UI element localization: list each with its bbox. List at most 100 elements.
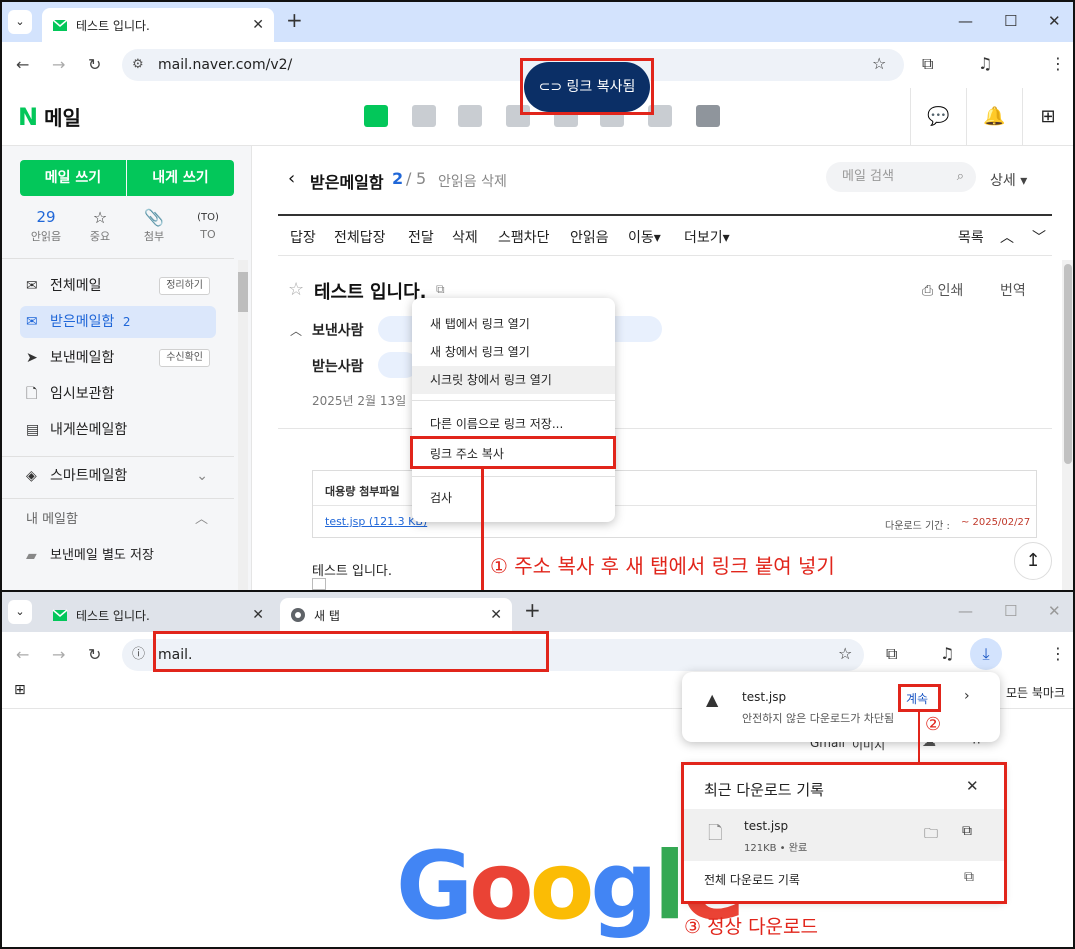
media-control-icon[interactable]: ♫ [978, 54, 992, 73]
reply-button[interactable]: 답장 [290, 227, 316, 247]
more-button[interactable]: 더보기▾ [684, 227, 730, 247]
content-scrollbar-thumb[interactable] [1064, 264, 1072, 464]
forward-button[interactable]: 전달 [408, 227, 434, 247]
scroll-to-top-icon[interactable]: ↥ [1014, 542, 1052, 580]
open-new-window-icon[interactable]: ⧉ [436, 282, 445, 297]
send-icon: ➤ [26, 350, 38, 366]
star-icon[interactable]: ☆ [288, 279, 304, 300]
mark-unread-button[interactable]: 안읽음 [570, 227, 609, 247]
bookmark-app-icon[interactable] [696, 105, 720, 127]
chevron-up-icon[interactable]: ︿ [195, 504, 208, 536]
sidebar-item-sent[interactable]: ➤ 보낸메일함 수신확인 [20, 342, 216, 374]
read-receipt-button[interactable]: 수신확인 [159, 349, 210, 367]
write-to-self-button[interactable]: 내게 쓰기 [127, 160, 234, 196]
close-window-icon[interactable]: ✕ [1048, 602, 1061, 620]
download-icon[interactable]: ⤓ [970, 638, 1002, 670]
talk-icon[interactable]: 💬 [910, 88, 966, 146]
bookmark-star-icon[interactable]: ☆ [838, 644, 852, 663]
tab-search-chevron-icon[interactable]: ⌄ [8, 10, 32, 34]
apps-grid-icon[interactable]: ⊞ [14, 682, 26, 698]
forward-icon[interactable]: → [52, 645, 65, 664]
sidebar-item-smart-mailbox[interactable]: ◈ 스마트메일함 ⌄ [20, 460, 216, 492]
move-button[interactable]: 이동▾ [628, 227, 661, 247]
tab-search-chevron-icon[interactable]: ⌄ [8, 600, 32, 624]
delete-unread-button[interactable]: 안읽음 삭제 [438, 171, 507, 191]
context-menu: 새 탭에서 링크 열기 새 창에서 링크 열기 시크릿 창에서 링크 열기 다른… [412, 298, 615, 522]
close-window-icon[interactable]: ✕ [1048, 12, 1061, 30]
prev-mail-icon[interactable]: ︿ [1000, 227, 1014, 247]
chevron-down-icon[interactable]: ⌄ [196, 460, 208, 492]
ctx-inspect[interactable]: 검사 [412, 484, 615, 512]
sidebar-item-self-mail[interactable]: ▤ 내게쓴메일함 [20, 414, 216, 446]
calendar-app-icon[interactable] [412, 105, 436, 127]
print-button[interactable]: ⎙ 인쇄 [922, 280, 963, 300]
address-bar[interactable]: ⚙ mail.naver.com/v2/ [122, 49, 904, 81]
close-tab-icon[interactable]: ✕ [252, 607, 264, 623]
apps-grid-icon[interactable]: ⊞ [1022, 88, 1073, 146]
back-icon[interactable]: ← [16, 55, 29, 74]
close-tab-icon[interactable]: ✕ [252, 17, 264, 33]
minimize-icon[interactable]: — [958, 12, 973, 30]
translate-button[interactable]: 번역 [1000, 280, 1026, 300]
annotation-step2: ② [925, 714, 942, 735]
naver-logo[interactable]: N 메일 [18, 102, 81, 131]
attachment-label: 첨부 [143, 230, 165, 243]
mail-app-icon[interactable] [364, 105, 388, 127]
organize-button[interactable]: 정리하기 [159, 277, 210, 295]
new-tab-icon[interactable]: + [524, 598, 541, 622]
write-mail-button[interactable]: 메일 쓰기 [20, 160, 126, 196]
sidebar-item-sent-separate[interactable]: ▰ 보낸메일 별도 저장 [20, 540, 216, 572]
tab-mail[interactable]: 테스트 입니다. ✕ [42, 8, 274, 42]
annotation-step1: ① 주소 복사 후 새 탭에서 링크 붙여 넣기 [490, 554, 835, 578]
new-tab-icon[interactable]: + [286, 8, 303, 32]
quick-unread[interactable]: 29 안읽음 [18, 208, 74, 244]
detail-search-button[interactable]: 상세 ▾ [990, 170, 1027, 190]
maximize-icon[interactable]: ☐ [1004, 12, 1017, 30]
tab-new-tab[interactable]: 새 탭 ✕ [280, 598, 512, 632]
delete-button[interactable]: 삭제 [452, 227, 478, 247]
maximize-icon[interactable]: ☐ [1004, 602, 1017, 620]
ctx-open-new-window[interactable]: 새 창에서 링크 열기 [412, 338, 615, 366]
minimize-icon[interactable]: — [958, 602, 973, 620]
quick-attachment[interactable]: 📎 첨부 [126, 208, 182, 244]
reload-icon[interactable]: ↻ [88, 645, 101, 664]
site-info-icon[interactable]: ⚙ [132, 49, 144, 81]
sidebar-item-drafts[interactable]: 🗋 임시보관함 [20, 378, 216, 410]
ctx-open-incognito[interactable]: 시크릿 창에서 링크 열기 [412, 366, 615, 394]
extensions-icon[interactable]: ⧉ [886, 644, 897, 664]
sidebar-item-all-mail[interactable]: ✉ 전체메일 정리하기 [20, 270, 216, 302]
notification-bell-icon[interactable]: 🔔 [966, 88, 1022, 146]
back-icon[interactable]: ← [16, 645, 29, 664]
sidebar-section-my-mailbox[interactable]: 내 메일함 ︿ [20, 504, 216, 536]
reply-all-button[interactable]: 전체답장 [334, 227, 386, 247]
unread-label: 안읽음 [30, 230, 62, 243]
browser-menu-icon[interactable]: ⋮ [1050, 54, 1066, 73]
bookmark-star-icon[interactable]: ☆ [872, 54, 886, 73]
list-button[interactable]: 목록 [958, 227, 984, 247]
sidebar-item-inbox[interactable]: ✉ 받은메일함 2 [20, 306, 216, 338]
collapse-chevron-icon[interactable]: ︿ [290, 322, 302, 339]
ctx-open-new-tab[interactable]: 새 탭에서 링크 열기 [412, 310, 615, 338]
spam-block-button[interactable]: 스팸차단 [498, 227, 550, 247]
media-control-icon[interactable]: ♫ [940, 644, 954, 663]
extensions-icon[interactable]: ⧉ [922, 54, 933, 74]
ctx-save-link-as[interactable]: 다른 이름으로 링크 저장... [412, 410, 615, 438]
next-mail-icon[interactable]: ﹀ [1032, 227, 1046, 247]
quick-important[interactable]: ☆ 중요 [72, 208, 128, 244]
all-bookmarks-link[interactable]: 모든 북마크 [1006, 684, 1065, 701]
mail-search-input[interactable]: 메일 검색 ⌕ [826, 162, 976, 192]
tab-mail-inactive[interactable]: 테스트 입니다. ✕ [42, 598, 274, 632]
reload-icon[interactable]: ↻ [88, 55, 101, 74]
sidebar-scrollbar-thumb[interactable] [238, 272, 248, 312]
sidebar-item-label: 보낸메일함 [50, 350, 115, 366]
browser-menu-icon[interactable]: ⋮ [1050, 644, 1066, 663]
quick-to-me[interactable]: (TO) TO [180, 208, 236, 241]
site-info-icon[interactable]: ⓘ [132, 639, 145, 671]
photo-app-icon[interactable] [458, 105, 482, 127]
forward-icon[interactable]: → [52, 55, 65, 74]
close-tab-icon[interactable]: ✕ [490, 607, 502, 623]
attachment-title: 대용량 첨부파일 [325, 485, 400, 498]
search-icon[interactable]: ⌕ [957, 162, 964, 192]
chevron-right-icon[interactable]: › [964, 688, 970, 704]
back-chevron-icon[interactable]: ‹ [288, 168, 295, 189]
